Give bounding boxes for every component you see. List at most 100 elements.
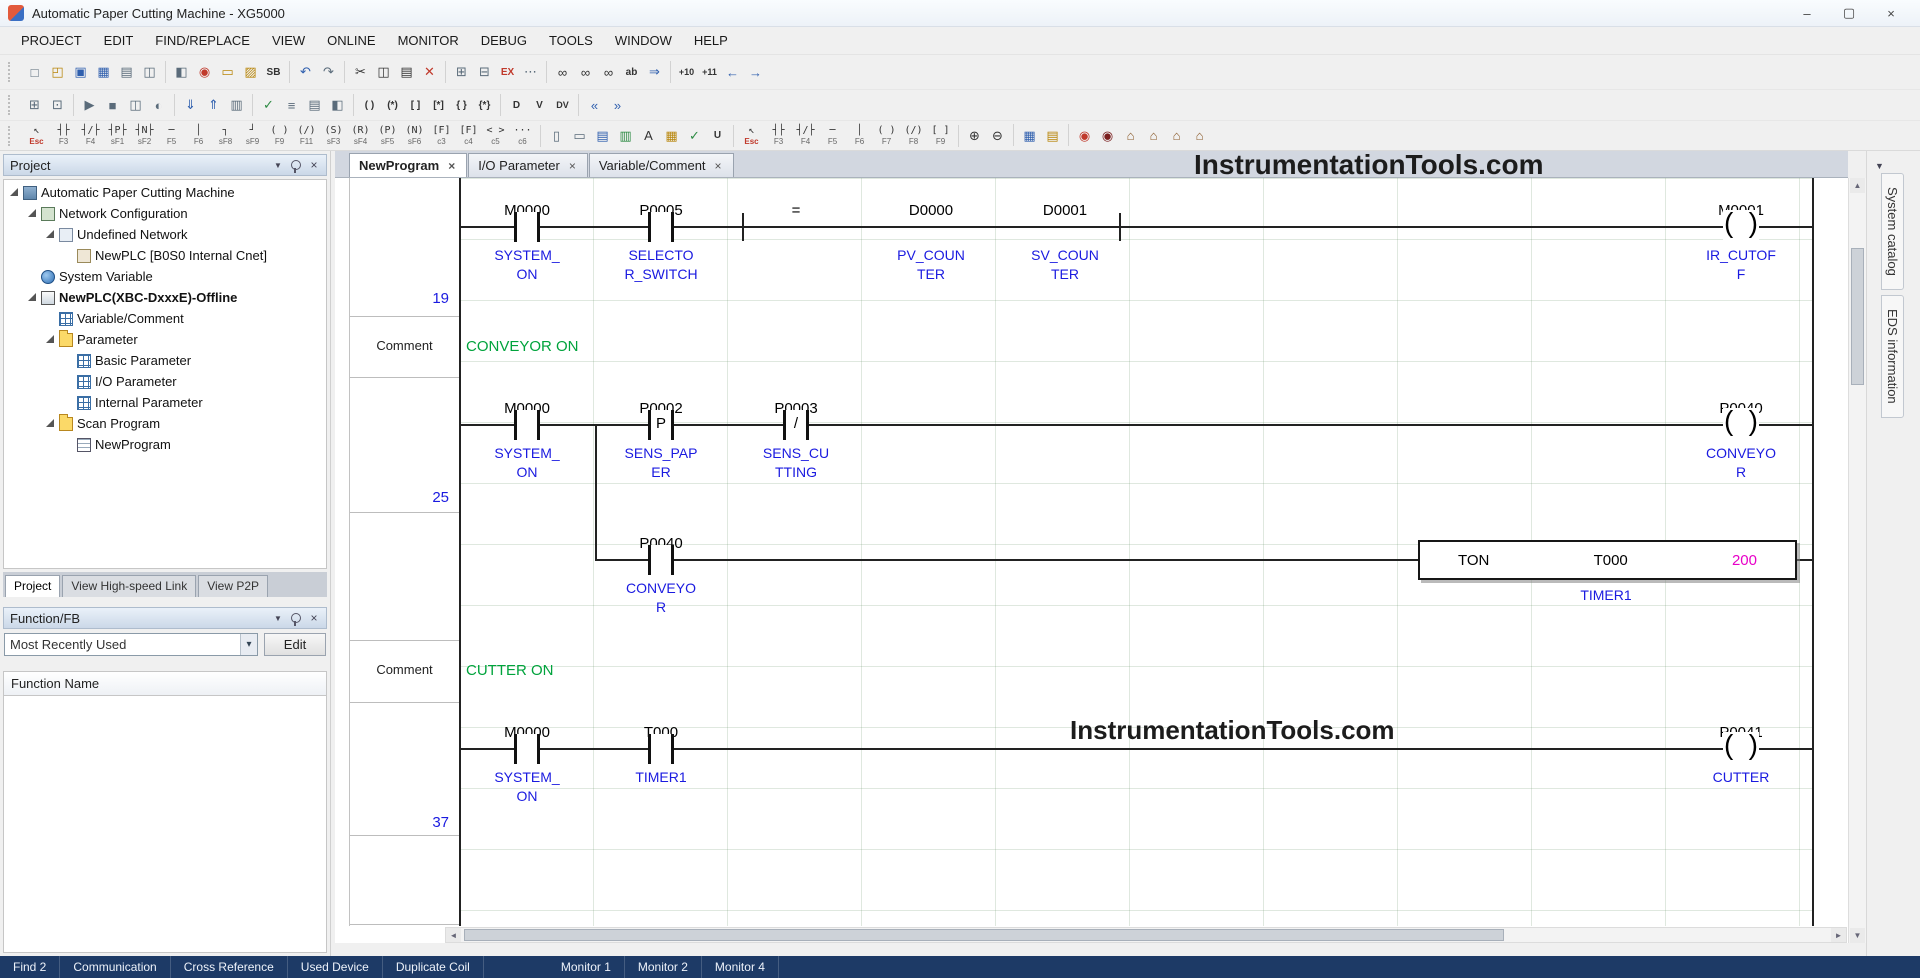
- expander-icon[interactable]: [28, 209, 37, 218]
- editor-tab[interactable]: I/O Parameter: [468, 153, 588, 177]
- step-over-10-icon[interactable]: +10: [675, 61, 698, 84]
- tree-item[interactable]: NewPLC(XBC-DxxxE)-Offline: [4, 287, 326, 308]
- io-information-icon[interactable]: ⊞: [23, 94, 46, 117]
- tree-item[interactable]: Network Configuration: [4, 203, 326, 224]
- dock-tab[interactable]: Project: [5, 575, 60, 597]
- menu-item[interactable]: EDIT: [93, 27, 145, 54]
- scroll-down-icon[interactable]: [1850, 928, 1865, 943]
- scrollbar-thumb[interactable]: [1851, 248, 1864, 385]
- expander-icon[interactable]: [28, 293, 37, 302]
- function-list[interactable]: [3, 696, 327, 953]
- rising-pulse-contact-icon[interactable]: ┤P├ sF1: [104, 121, 131, 150]
- toolbar-grip[interactable]: [8, 126, 17, 146]
- redo-icon[interactable]: ↷: [317, 61, 340, 84]
- next-window-icon[interactable]: »: [606, 94, 629, 117]
- scroll-left-icon[interactable]: [446, 928, 461, 942]
- collapse-panel-icon[interactable]: [272, 612, 284, 624]
- function-block-icon[interactable]: [F] c3: [428, 121, 455, 150]
- bracket-star-icon[interactable]: [*]: [427, 94, 450, 117]
- expander-icon[interactable]: [64, 251, 73, 260]
- monitor-closed-coil-icon[interactable]: (/) F8: [900, 121, 927, 150]
- insert-cell-icon[interactable]: ▯: [545, 124, 568, 147]
- program-check-icon[interactable]: ✓: [257, 94, 280, 117]
- ex-mode-icon[interactable]: EX: [496, 61, 519, 84]
- monitor-open-contact-icon[interactable]: ┤├ F3: [765, 121, 792, 150]
- start-monitor-icon[interactable]: ▥: [225, 94, 248, 117]
- print-ladder-icon[interactable]: ▤: [303, 94, 326, 117]
- tree-item[interactable]: Internal Parameter: [4, 392, 326, 413]
- expander-icon[interactable]: [46, 314, 55, 323]
- editor-tab[interactable]: Variable/Comment: [589, 153, 734, 177]
- status-item[interactable]: Duplicate Coil: [383, 956, 484, 978]
- find-icon[interactable]: ∞: [551, 61, 574, 84]
- navigate-forward-icon[interactable]: →: [744, 61, 767, 84]
- output-coil[interactable]: [1723, 732, 1759, 766]
- output-coil[interactable]: [1723, 210, 1759, 244]
- goto-icon[interactable]: ⇒: [643, 61, 666, 84]
- no-contact[interactable]: [514, 734, 540, 764]
- tree-item[interactable]: NewPLC [B0S0 Internal Cnet]: [4, 245, 326, 266]
- close-panel-icon[interactable]: [308, 612, 320, 624]
- delete-line-icon[interactable]: ⊟: [473, 61, 496, 84]
- tree-item[interactable]: Basic Parameter: [4, 350, 326, 371]
- chevron-down-icon[interactable]: [240, 634, 257, 655]
- side-tab[interactable]: EDS information: [1881, 295, 1904, 418]
- closed-contact-icon[interactable]: ┤/├ F4: [77, 121, 104, 150]
- no-contact[interactable]: [514, 212, 540, 242]
- close-icon[interactable]: [713, 160, 724, 171]
- new-project-icon[interactable]: □: [23, 61, 46, 84]
- expander-icon[interactable]: [46, 419, 55, 428]
- scroll-right-icon[interactable]: [1831, 928, 1846, 942]
- find-again-icon[interactable]: ∞: [574, 61, 597, 84]
- replace-icon[interactable]: ab: [620, 61, 643, 84]
- close-button[interactable]: ×: [1870, 0, 1912, 26]
- brace-icon[interactable]: { }: [450, 94, 473, 117]
- lock-icon[interactable]: ◧: [326, 94, 349, 117]
- status-item[interactable]: Cross Reference: [171, 956, 288, 978]
- tree-item[interactable]: System Variable: [4, 266, 326, 287]
- simulator-icon[interactable]: ◉: [193, 61, 216, 84]
- base-icon[interactable]: ⌂: [1119, 124, 1142, 147]
- insert-row-icon[interactable]: ▭: [568, 124, 591, 147]
- expander-icon[interactable]: [46, 230, 55, 239]
- close-icon[interactable]: [446, 160, 457, 171]
- close-icon[interactable]: [567, 160, 578, 171]
- open-contact-icon[interactable]: ┤├ F3: [50, 121, 77, 150]
- undo-icon[interactable]: ↶: [294, 61, 317, 84]
- etc-tool-icon[interactable]: ··· c6: [509, 121, 536, 150]
- connect-line-icon[interactable]: ┐ sF8: [212, 121, 239, 150]
- tab-list-icon[interactable]: [1875, 156, 1887, 168]
- nb-function-icon[interactable]: [F] c4: [455, 121, 482, 150]
- toolbar-grip[interactable]: [8, 95, 17, 115]
- pulse-coil-icon[interactable]: (P) sF5: [374, 121, 401, 150]
- horizontal-line-icon[interactable]: ─ F5: [158, 121, 185, 150]
- device-variable-view-icon[interactable]: DV: [551, 94, 574, 117]
- npulse-coil-icon[interactable]: (N) sF6: [401, 121, 428, 150]
- menu-item[interactable]: ONLINE: [316, 27, 386, 54]
- emergency-stop-icon[interactable]: ◉: [1073, 124, 1096, 147]
- menu-item[interactable]: MONITOR: [387, 27, 470, 54]
- set-coil-icon[interactable]: (S) sF3: [320, 121, 347, 150]
- ladder-view-icon[interactable]: ≡: [280, 94, 303, 117]
- dock-tab[interactable]: View High-speed Link: [62, 575, 196, 597]
- previous-window-icon[interactable]: «: [583, 94, 606, 117]
- message-window-icon[interactable]: ▤: [1041, 124, 1064, 147]
- vertical-line-icon[interactable]: │ F6: [185, 121, 212, 150]
- tree-item[interactable]: I/O Parameter: [4, 371, 326, 392]
- editor-tab[interactable]: NewProgram: [349, 153, 467, 177]
- tree-item[interactable]: Undefined Network: [4, 224, 326, 245]
- print-preview-icon[interactable]: ◫: [138, 61, 161, 84]
- open-project-icon[interactable]: ◰: [46, 61, 69, 84]
- expander-icon[interactable]: [64, 356, 73, 365]
- no-contact[interactable]: [648, 734, 674, 764]
- check-program-icon[interactable]: ✓: [683, 124, 706, 147]
- output-coil[interactable]: [1723, 408, 1759, 442]
- device-comment-icon[interactable]: ▦: [660, 124, 683, 147]
- find-device-icon[interactable]: ∞: [597, 61, 620, 84]
- falling-pulse-contact-icon[interactable]: ┤N├ sF2: [131, 121, 158, 150]
- pin-icon[interactable]: [291, 613, 301, 623]
- special-module-icon[interactable]: ⊡: [46, 94, 69, 117]
- monitor-table-icon[interactable]: ▦: [1018, 124, 1041, 147]
- navigate-back-icon[interactable]: ←: [721, 61, 744, 84]
- menu-item[interactable]: HELP: [683, 27, 739, 54]
